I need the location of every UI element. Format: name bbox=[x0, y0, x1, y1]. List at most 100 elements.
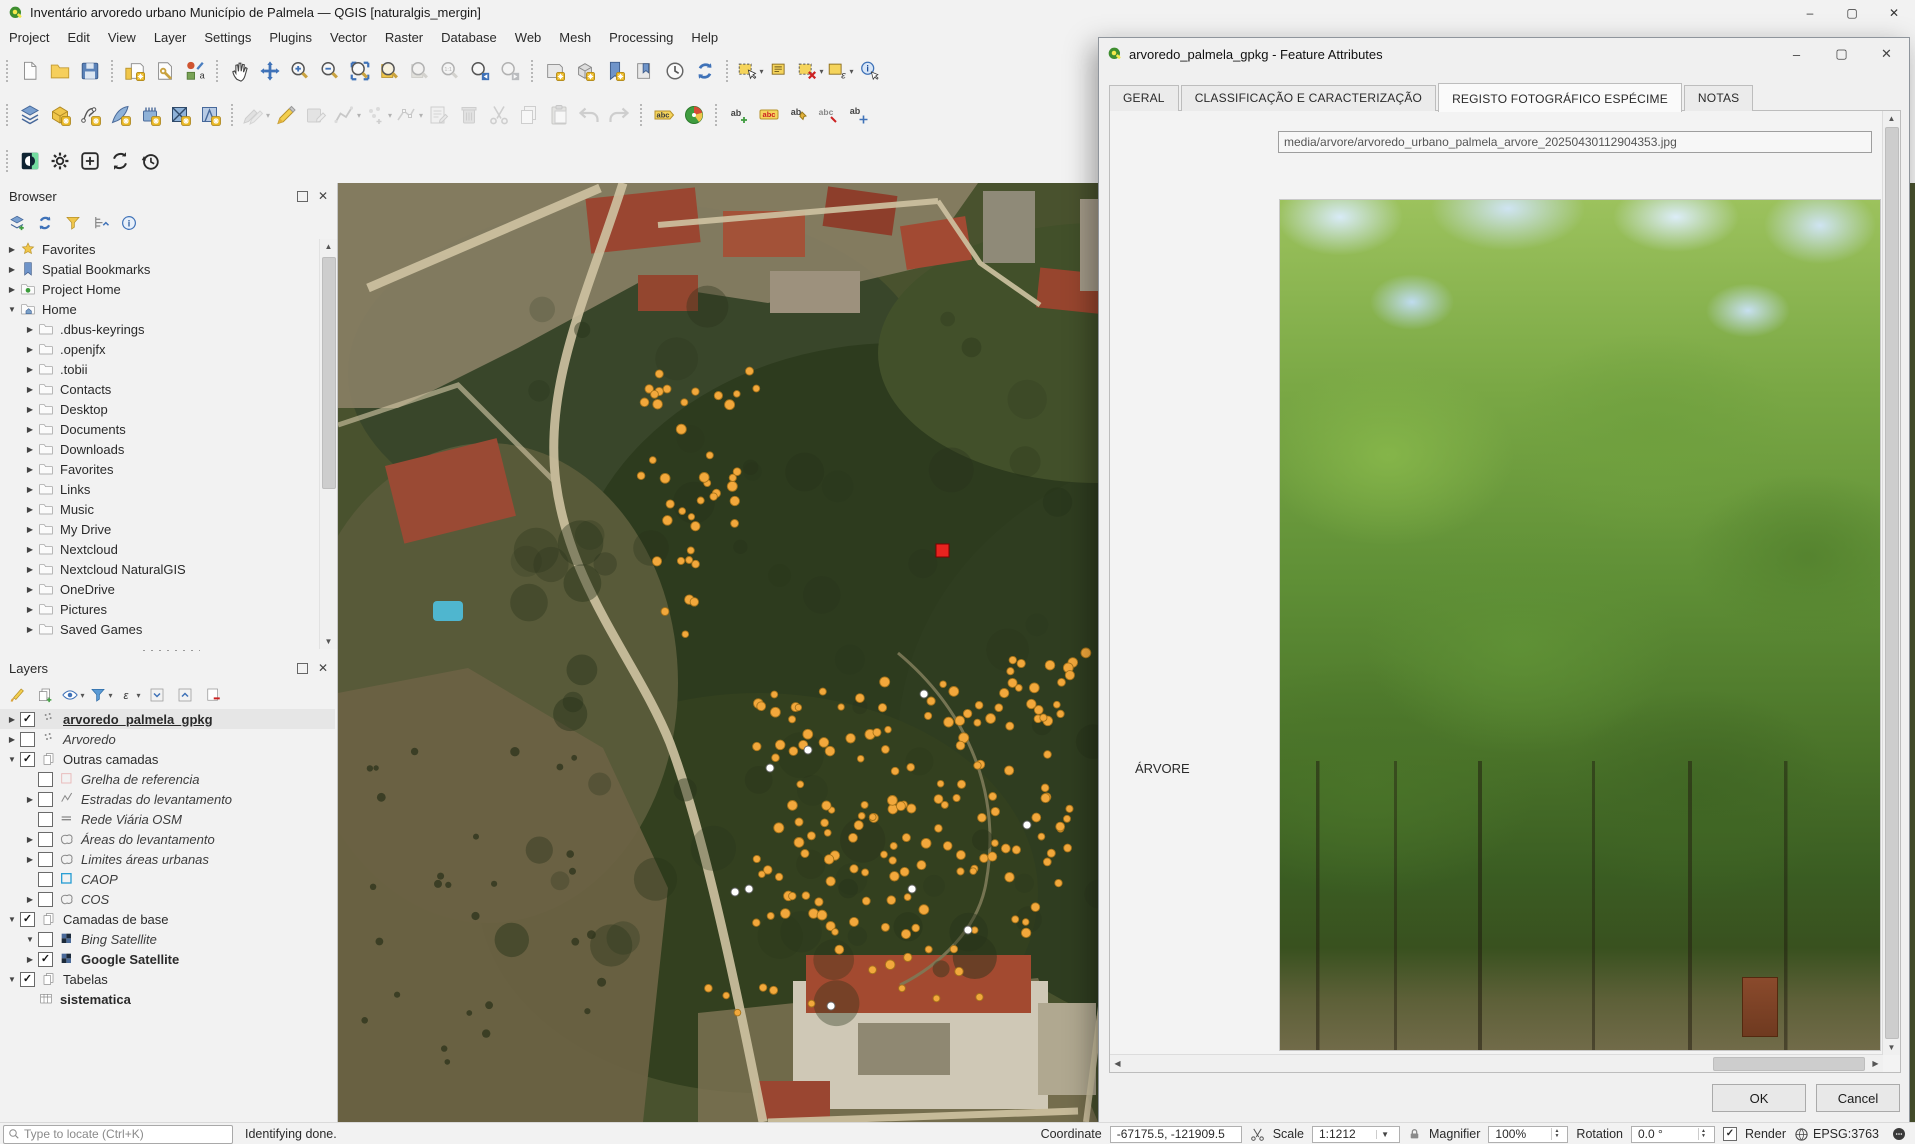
new-mesh-layer-button[interactable] bbox=[196, 101, 224, 129]
rotation-spinbox[interactable]: 0.0 °▲▼ bbox=[1631, 1126, 1715, 1143]
cancel-button[interactable]: Cancel bbox=[1816, 1084, 1900, 1112]
expand-arrow-icon[interactable]: ▶ bbox=[22, 585, 38, 594]
chevron-down-icon[interactable]: ▾ bbox=[357, 111, 361, 120]
menu-raster[interactable]: Raster bbox=[376, 27, 432, 48]
expand-arrow-icon[interactable]: ▶ bbox=[22, 605, 38, 614]
layer-visibility-checkbox[interactable]: ✓ bbox=[20, 912, 35, 927]
expand-all-button[interactable] bbox=[144, 683, 170, 707]
browser-item-saved-games[interactable]: ▶Saved Games bbox=[0, 619, 320, 639]
browser-item-links[interactable]: ▶Links bbox=[0, 479, 320, 499]
scale-combobox[interactable]: 1:1212▼ bbox=[1312, 1126, 1400, 1143]
highlight-labels-button[interactable]: abc bbox=[815, 101, 843, 129]
layer-row-sistematica[interactable]: sistematica bbox=[0, 989, 335, 1009]
layers-close-button[interactable]: ✕ bbox=[318, 663, 328, 673]
expand-arrow-icon[interactable]: ▶ bbox=[22, 325, 38, 334]
select-features-button[interactable]: ▾ bbox=[736, 57, 764, 85]
layer-row-cos[interactable]: ▶COS bbox=[0, 889, 335, 909]
menu-web[interactable]: Web bbox=[506, 27, 551, 48]
chevron-down-icon[interactable]: ▾ bbox=[849, 67, 853, 76]
browser-item-nextcloud-naturalgis[interactable]: ▶Nextcloud NaturalGIS bbox=[0, 559, 320, 579]
scroll-down-icon[interactable]: ▼ bbox=[320, 634, 337, 649]
browser-item-documents[interactable]: ▶Documents bbox=[0, 419, 320, 439]
ok-button[interactable]: OK bbox=[1712, 1084, 1806, 1112]
browser-item-tobii[interactable]: ▶.tobii bbox=[0, 359, 320, 379]
expand-arrow-icon[interactable]: ▶ bbox=[22, 565, 38, 574]
layer-visibility-checkbox[interactable] bbox=[38, 872, 53, 887]
messages-icon[interactable] bbox=[1891, 1126, 1907, 1142]
menu-project[interactable]: Project bbox=[0, 27, 58, 48]
menu-database[interactable]: Database bbox=[432, 27, 506, 48]
scroll-thumb[interactable] bbox=[322, 257, 336, 489]
expand-arrow-icon[interactable]: ▶ bbox=[22, 795, 38, 804]
layer-row-caop[interactable]: CAOP bbox=[0, 869, 335, 889]
browser-item-downloads[interactable]: ▶Downloads bbox=[0, 439, 320, 459]
mergin-maps-button[interactable] bbox=[16, 147, 44, 175]
layer-row-reas-do-levantamento[interactable]: ▶Áreas do levantamento bbox=[0, 829, 335, 849]
browser-item-project-home[interactable]: ▶Project Home bbox=[0, 279, 320, 299]
layer-visibility-checkbox[interactable] bbox=[38, 792, 53, 807]
layer-diagram-button[interactable] bbox=[680, 101, 708, 129]
expand-arrow-icon[interactable]: ▶ bbox=[22, 835, 38, 844]
layer-visibility-checkbox[interactable]: ✓ bbox=[20, 752, 35, 767]
zoom-full-button[interactable] bbox=[346, 57, 374, 85]
filter-by-expression-button[interactable]: ε▾ bbox=[116, 683, 142, 707]
toolbar-grip[interactable] bbox=[530, 59, 535, 83]
new-map-view-button[interactable] bbox=[541, 57, 569, 85]
expand-arrow-icon[interactable]: ▶ bbox=[22, 445, 38, 454]
refresh-map-button[interactable] bbox=[691, 57, 719, 85]
browser-close-button[interactable]: ✕ bbox=[318, 191, 328, 201]
expand-arrow-icon[interactable]: ▶ bbox=[22, 465, 38, 474]
new-project-button[interactable] bbox=[16, 57, 44, 85]
menu-vector[interactable]: Vector bbox=[321, 27, 376, 48]
toolbar-grip[interactable] bbox=[215, 59, 220, 83]
menu-plugins[interactable]: Plugins bbox=[260, 27, 321, 48]
layer-visibility-checkbox[interactable] bbox=[38, 852, 53, 867]
layer-row-rede-vi-ria-osm[interactable]: Rede Viária OSM bbox=[0, 809, 335, 829]
chevron-down-icon[interactable]: ▾ bbox=[108, 691, 112, 700]
new-geopackage-layer-button[interactable] bbox=[46, 101, 74, 129]
mergin-sync-button[interactable] bbox=[106, 147, 134, 175]
layer-row-google-satellite[interactable]: ▶✓Google Satellite bbox=[0, 949, 335, 969]
toolbar-grip[interactable] bbox=[714, 103, 719, 127]
expand-arrow-icon[interactable]: ▼ bbox=[4, 915, 20, 924]
chevron-down-icon[interactable]: ▾ bbox=[419, 111, 423, 120]
toolbar-grip[interactable] bbox=[725, 59, 730, 83]
crs-status[interactable]: EPSG:3763 bbox=[1813, 1127, 1879, 1141]
expand-arrow-icon[interactable]: ▼ bbox=[4, 755, 20, 764]
add-selected-layers-button[interactable] bbox=[4, 211, 30, 235]
expand-arrow-icon[interactable]: ▶ bbox=[22, 425, 38, 434]
manage-visibility-button[interactable]: ▾ bbox=[60, 683, 86, 707]
tab-notas[interactable]: NOTAS bbox=[1684, 85, 1753, 111]
expand-arrow-icon[interactable]: ▶ bbox=[4, 735, 20, 744]
menu-view[interactable]: View bbox=[99, 27, 145, 48]
browser-item-favorites[interactable]: ▶Favorites bbox=[0, 459, 320, 479]
menu-settings[interactable]: Settings bbox=[195, 27, 260, 48]
chevron-down-icon[interactable]: ▾ bbox=[388, 111, 392, 120]
toolbar-grip[interactable] bbox=[110, 59, 115, 83]
globe-crs-icon[interactable] bbox=[1794, 1127, 1809, 1142]
style-manager-button[interactable]: a bbox=[181, 57, 209, 85]
expand-arrow-icon[interactable]: ▶ bbox=[22, 855, 38, 864]
magnifier-spinbox[interactable]: 100%▲▼ bbox=[1488, 1126, 1568, 1143]
render-checkbox[interactable]: ✓ bbox=[1723, 1127, 1737, 1141]
browser-item-desktop[interactable]: ▶Desktop bbox=[0, 399, 320, 419]
new-memory-layer-button[interactable] bbox=[136, 101, 164, 129]
toolbar-grip[interactable] bbox=[5, 103, 10, 127]
spin-arrows-icon[interactable]: ▲▼ bbox=[1698, 1128, 1708, 1140]
scroll-left-icon[interactable]: ◀ bbox=[1110, 1056, 1125, 1071]
expand-arrow-icon[interactable]: ▶ bbox=[4, 715, 20, 724]
browser-item-contacts[interactable]: ▶Contacts bbox=[0, 379, 320, 399]
layer-visibility-checkbox[interactable]: ✓ bbox=[20, 712, 35, 727]
expand-arrow-icon[interactable]: ▶ bbox=[22, 895, 38, 904]
tab-geral[interactable]: GERAL bbox=[1109, 85, 1179, 111]
mergin-create-project-button[interactable] bbox=[76, 147, 104, 175]
zoom-out-button[interactable] bbox=[316, 57, 344, 85]
toolbar-grip[interactable] bbox=[5, 149, 10, 173]
zoom-in-button[interactable] bbox=[286, 57, 314, 85]
layer-row-estradas-do-levantamento[interactable]: ▶Estradas do levantamento bbox=[0, 789, 335, 809]
chevron-down-icon[interactable]: ▼ bbox=[1376, 1130, 1393, 1139]
browser-item-my-drive[interactable]: ▶My Drive bbox=[0, 519, 320, 539]
expand-arrow-icon[interactable]: ▶ bbox=[22, 625, 38, 634]
toolbar-grip[interactable] bbox=[5, 59, 10, 83]
new-shapefile-layer-button[interactable] bbox=[76, 101, 104, 129]
